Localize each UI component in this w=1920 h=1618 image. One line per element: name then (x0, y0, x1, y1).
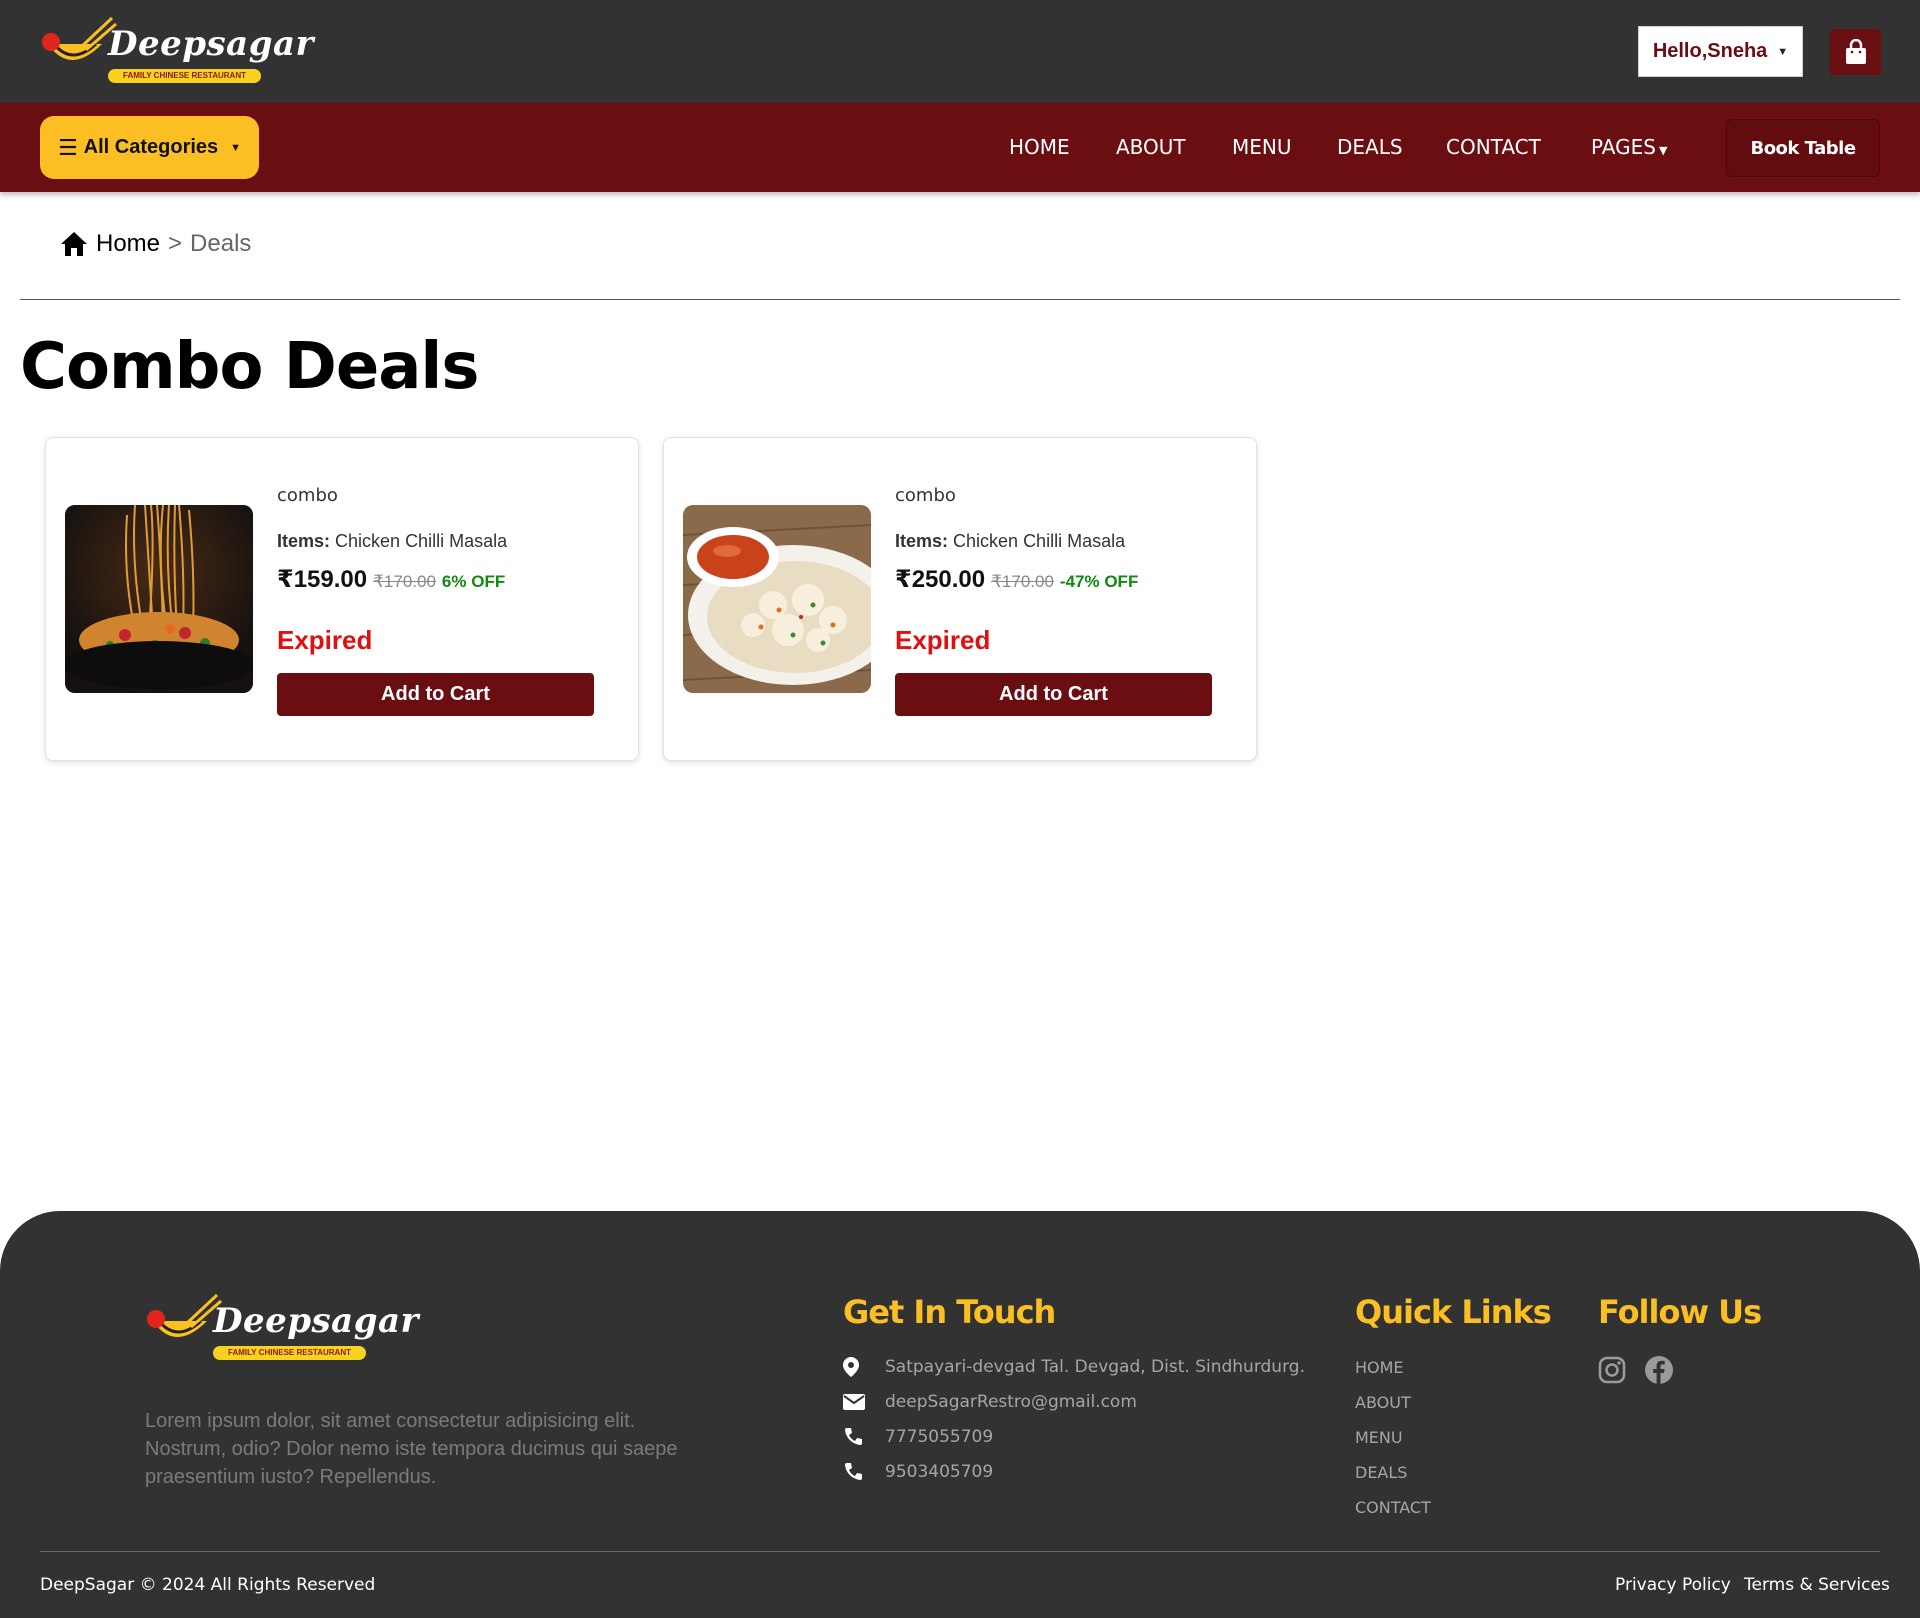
phone-icon (843, 1427, 881, 1447)
deal-type: combo (277, 485, 338, 506)
deal-price: ₹250.00 (895, 566, 986, 593)
shopping-bag-icon (1845, 39, 1866, 64)
deal-type: combo (895, 485, 956, 506)
main-navbar: ☰ All Categories ▼ HOME ABOUT MENU DEALS… (0, 103, 1920, 192)
deal-items: Items: Chicken Chilli Masala (895, 531, 1125, 552)
footer-copyright: DeepSagar © 2024 All Rights Reserved (40, 1575, 376, 1595)
footer-quick-links-heading: Quick Links (1355, 1293, 1552, 1331)
cart-button[interactable] (1830, 29, 1881, 75)
footer-address: Satpayari-devgad Tal. Devgad, Dist. Sind… (843, 1357, 1305, 1377)
footer-brand-name: Deepsagar (213, 1301, 419, 1341)
breadcrumb-separator: > (168, 230, 183, 257)
page-title: Combo Deals (20, 330, 479, 404)
footer-brand-tagline: FAMILY CHINESE RESTAURANT (213, 1346, 366, 1360)
deal-card: combo Items: Chicken Chilli Masala ₹250.… (663, 437, 1257, 761)
footer-brand-logo[interactable]: Deepsagar FAMILY CHINESE RESTAURANT (145, 1291, 418, 1363)
divider (20, 299, 1900, 300)
top-bar: Deepsagar FAMILY CHINESE RESTAURANT Hell… (0, 0, 1920, 103)
footer-phone-1[interactable]: 7775055709 (843, 1427, 993, 1447)
brand-tagline: FAMILY CHINESE RESTAURANT (108, 69, 261, 83)
deal-price: ₹159.00 (277, 566, 368, 593)
deal-image-fried-rice (683, 505, 871, 693)
footer-email-text: deepSagarRestro@gmail.com (885, 1392, 1137, 1412)
caret-down-icon: ▼ (1777, 45, 1789, 58)
deal-price-row: ₹159.00 ₹170.00 6% OFF (277, 565, 505, 594)
envelope-icon (843, 1394, 881, 1410)
deal-status: Expired (895, 625, 991, 655)
footer: Deepsagar FAMILY CHINESE RESTAURANT Lore… (0, 1211, 1920, 1618)
footer-link-contact[interactable]: CONTACT (1355, 1498, 1431, 1517)
deal-status: Expired (277, 625, 373, 655)
all-categories-label: All Categories (83, 136, 219, 158)
deal-price-row: ₹250.00 ₹170.00 -47% OFF (895, 565, 1138, 594)
footer-link-menu[interactable]: MENU (1355, 1428, 1403, 1447)
book-table-button[interactable]: Book Table (1726, 119, 1880, 177)
nav-home[interactable]: HOME (1009, 135, 1070, 159)
deal-original-price: ₹170.00 (991, 572, 1054, 591)
location-pin-icon (843, 1357, 881, 1377)
caret-down-icon: ▼ (1658, 144, 1668, 157)
phone-icon (843, 1462, 881, 1482)
deal-items-label: Items: (277, 531, 331, 551)
brand-name: Deepsagar (108, 24, 314, 64)
footer-get-in-touch-heading: Get In Touch (843, 1293, 1056, 1331)
footer-privacy-policy[interactable]: Privacy Policy (1615, 1575, 1731, 1595)
breadcrumb: Home > Deals (60, 230, 251, 258)
nav-pages[interactable]: PAGES ▼ (1591, 135, 1667, 159)
footer-divider (40, 1551, 1880, 1552)
nav-contact[interactable]: CONTACT (1446, 135, 1541, 159)
breadcrumb-current: Deals (190, 230, 252, 257)
nav-about[interactable]: ABOUT (1116, 135, 1186, 159)
footer-terms[interactable]: Terms & Services (1744, 1575, 1890, 1595)
deal-items: Items: Chicken Chilli Masala (277, 531, 507, 552)
footer-about-text: Lorem ipsum dolor, sit amet consectetur … (145, 1410, 678, 1488)
deal-discount: -47% OFF (1059, 572, 1139, 591)
user-greeting: Hello,Sneha (1652, 40, 1768, 62)
footer-phone-2-text: 9503405709 (885, 1462, 994, 1482)
footer-link-home[interactable]: HOME (1355, 1358, 1404, 1377)
deal-items-value: Chicken Chilli Masala (953, 531, 1126, 551)
deal-original-price: ₹170.00 (373, 572, 436, 591)
deal-items-value: Chicken Chilli Masala (335, 531, 508, 551)
hamburger-icon: ☰ (57, 134, 78, 160)
footer-address-text: Satpayari-devgad Tal. Devgad, Dist. Sind… (885, 1357, 1305, 1377)
footer-link-about[interactable]: ABOUT (1355, 1393, 1411, 1412)
caret-down-icon: ▼ (230, 141, 242, 154)
footer-link-deals[interactable]: DEALS (1355, 1463, 1407, 1482)
footer-phone-2[interactable]: 9503405709 (843, 1462, 993, 1482)
add-to-cart-button[interactable]: Add to Cart (895, 673, 1212, 716)
footer-email[interactable]: deepSagarRestro@gmail.com (843, 1392, 1137, 1412)
instagram-icon[interactable] (1597, 1355, 1627, 1385)
deal-discount: 6% OFF (441, 572, 506, 591)
footer-follow-us-heading: Follow Us (1598, 1293, 1762, 1331)
all-categories-button[interactable]: ☰ All Categories ▼ (40, 116, 259, 179)
user-menu-button[interactable]: Hello,Sneha ▼ (1638, 26, 1803, 77)
nav-deals[interactable]: DEALS (1337, 135, 1403, 159)
deal-image-noodles (65, 505, 253, 693)
nav-menu[interactable]: MENU (1232, 135, 1292, 159)
breadcrumb-home[interactable]: Home (96, 230, 160, 258)
footer-phone-1-text: 7775055709 (885, 1427, 994, 1447)
nav-pages-label: PAGES (1591, 135, 1656, 159)
home-icon[interactable] (60, 231, 88, 257)
facebook-icon[interactable] (1644, 1355, 1674, 1385)
add-to-cart-button[interactable]: Add to Cart (277, 673, 594, 716)
deal-card: combo Items: Chicken Chilli Masala ₹159.… (45, 437, 639, 761)
deal-items-label: Items: (895, 531, 949, 551)
brand-logo[interactable]: Deepsagar FAMILY CHINESE RESTAURANT (40, 14, 313, 86)
